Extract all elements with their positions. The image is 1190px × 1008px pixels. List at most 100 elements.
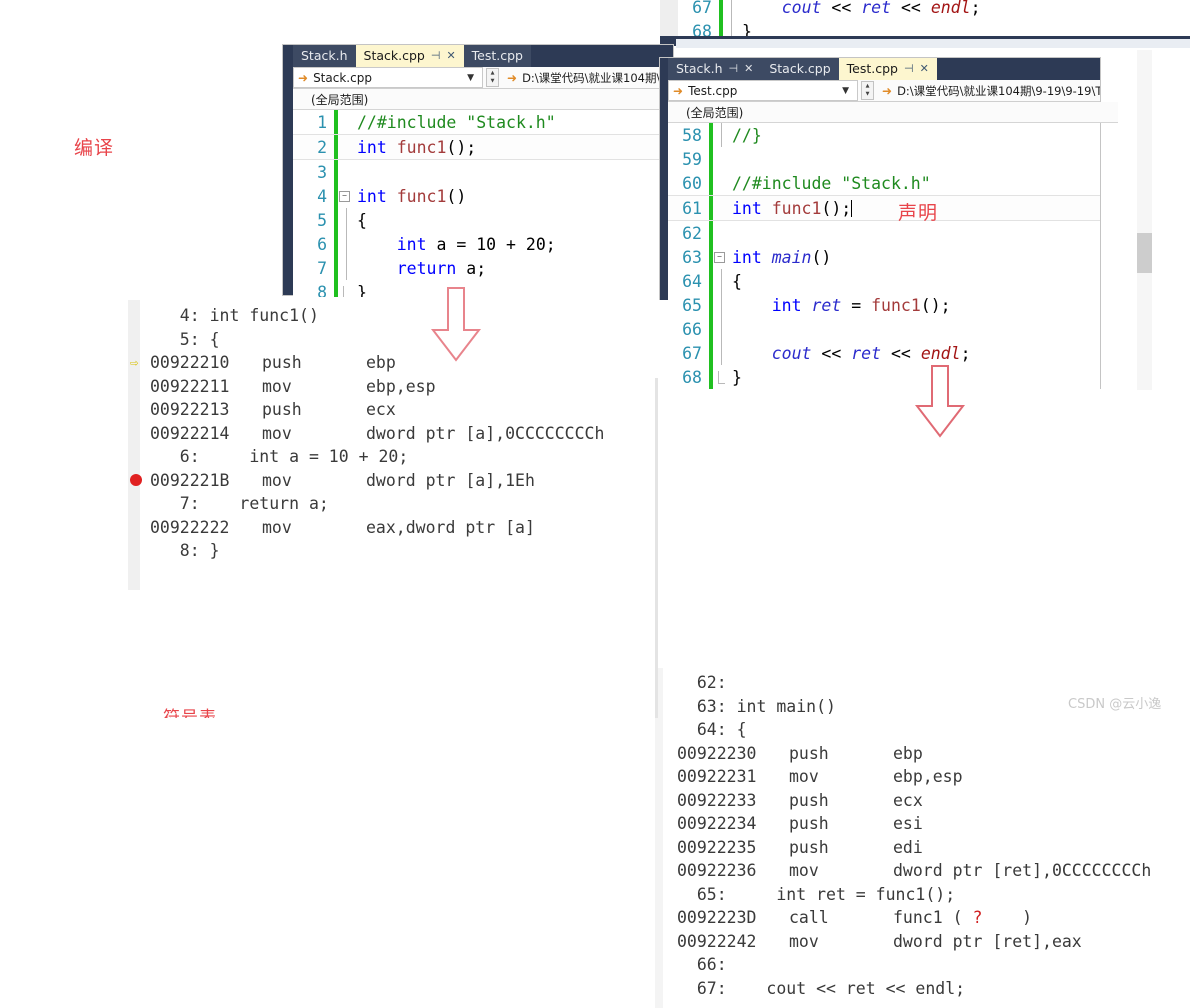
code-line[interactable]: 58 //} [668,123,1100,147]
fold-column[interactable] [713,293,726,317]
code-line[interactable]: 66 [668,317,1100,341]
right-tab-stack-cpp[interactable]: Stack.cpp [761,58,839,80]
disassembly-source-row[interactable]: 66: [655,953,1190,977]
code-line[interactable]: 65 int ret = func1(); [668,293,1100,317]
fold-column[interactable] [713,317,726,341]
fold-column[interactable] [713,123,726,147]
code-line[interactable]: 62 [668,221,1100,245]
disassembly-instruction-row[interactable]: ⇨ 00922210 push ebp [128,351,668,375]
fold-column[interactable] [338,208,351,232]
spinner-down-icon-right[interactable]: ▼ [866,92,870,97]
test-cpp-window: Stack.h ⊣ ✕ Stack.cpp Test.cpp ⊣ ✕ ➜ Test.cpp … [660,58,1118,390]
scrollbar-thumb-right[interactable] [1137,233,1152,273]
disassembly-instruction-row[interactable]: 00922213 push ecx [128,398,668,422]
disassembly-source-row[interactable]: 8: } [128,539,668,563]
disassembly-instruction-row[interactable]: 0092221B mov dword ptr [a],1Eh [128,469,668,493]
code-line[interactable]: 7 return a; [293,256,673,280]
disassembly-source-row[interactable]: 6: int a = 10 + 20; [128,445,668,469]
left-tab-stack-h[interactable]: Stack.h [293,45,356,67]
fold-guide-line [346,208,347,232]
code-line[interactable]: 68} [668,365,1100,389]
disassembly-instruction-row[interactable]: 00922235 push edi [655,836,1190,860]
disassembly-source-row[interactable]: 7: return a; [128,492,668,516]
fold-column[interactable] [713,341,726,365]
disassembly-source-row[interactable]: 64: { [655,718,1190,742]
disassembly-instruction-row[interactable]: 00922214 mov dword ptr [a],0CCCCCCCCh [128,422,668,446]
fold-column[interactable] [338,232,351,256]
fold-collapse-icon[interactable]: − [714,251,725,263]
code-line[interactable]: 3 [293,160,673,184]
pin-icon[interactable]: ⊣ [904,58,914,80]
disassembly-source-row[interactable]: 4: int func1() [128,304,668,328]
disassembly-source-row[interactable]: 65: int ret = func1(); [655,883,1190,907]
disassembly-instruction-row[interactable]: 00922211 mov ebp,esp [128,375,668,399]
close-icon[interactable]: ✕ [920,58,929,80]
disassembly-instruction-row[interactable]: 00922231 mov ebp,esp [655,765,1190,789]
code-line[interactable]: 64 { [668,269,1100,293]
code-line[interactable]: 67 cout << ret << endl; [668,341,1100,365]
right-tab-stack-h[interactable]: Stack.h ⊣ ✕ [668,58,762,80]
fold-column[interactable]: − [338,190,351,202]
vertical-scrollbar-right[interactable] [1137,50,1152,390]
code-line[interactable]: 5{ [293,208,673,232]
disassembly-source-row[interactable]: 67: cout << ret << endl; [655,977,1190,1001]
flow-arrow-left [428,286,484,364]
chevron-down-icon-right[interactable]: ▼ [842,86,853,96]
close-icon[interactable]: ✕ [744,58,753,80]
code-line[interactable]: 61 int func1(); [668,195,1100,221]
spinner-up-icon[interactable]: ▲ [491,70,495,76]
pin-icon[interactable]: ⊣ [729,58,739,80]
code-text: { [726,272,742,291]
fold-column[interactable] [713,370,726,384]
right-tab-test-cpp[interactable]: Test.cpp ⊣ ✕ [838,58,937,80]
code-editor-stack-cpp[interactable]: 1//#include "Stack.h" 2 int func1(); 3 4− int… [293,110,673,297]
code-line[interactable]: 60 //#include "Stack.h" [668,171,1100,195]
disassembly-instruction-row[interactable]: 00922234 push esi [655,812,1190,836]
code-token: cout [781,0,822,17]
code-line[interactable]: 59 [668,147,1100,171]
nav-spinner-right[interactable]: ▲ ▼ [861,81,874,100]
disassembly-instruction-row[interactable]: 00922222 mov eax,dword ptr [a] [128,516,668,540]
code-line[interactable]: 1 //#include "Stack.h" [293,110,673,134]
code-editor-test-cpp[interactable]: 58 //} 59 60 //#include "Stack.h" 61 int func1… [668,123,1100,390]
nav-spinner[interactable]: ▲ ▼ [486,68,499,87]
fold-column[interactable] [338,285,351,297]
code-line[interactable]: 2 int func1(); [293,134,673,160]
code-token: () [811,247,832,267]
fold-column[interactable] [338,256,351,280]
line-number: 59 [682,149,702,169]
chevron-down-icon[interactable]: ▼ [467,73,478,83]
disassembly-source-row[interactable]: 5: { [128,328,668,352]
code-text: int ret = func1(); [726,296,951,315]
fold-column[interactable] [713,269,726,293]
disassembly-instruction-row[interactable]: 00922233 push ecx [655,789,1190,813]
disassembly-panel-main[interactable]: 62: 63: int main() 64: {00922230 push ebp 0… [655,668,1190,1008]
spinner-down-icon[interactable]: ▼ [491,79,495,84]
instruction-mnemonic: call [789,908,829,928]
code-token: ; [960,343,971,363]
code-line[interactable]: 6 int a = 10 + 20; [293,232,673,256]
code-line[interactable]: 67 cout << ret << endl; [678,0,981,19]
code-text: } [726,368,742,387]
disassembly-instruction-row[interactable]: 0092223D call func1 ( ? ) [655,906,1190,930]
close-icon[interactable]: ✕ [446,45,455,67]
code-line[interactable]: 63− int main() [668,245,1100,269]
pin-icon[interactable]: ⊣ [431,45,441,67]
annotation-declaration: 声明 [898,202,939,224]
disassembly-instruction-row[interactable]: 00922242 mov dword ptr [ret],eax [655,930,1190,954]
current-statement-arrow-icon: ⇨ [130,354,139,371]
disassembly-instruction-row[interactable]: 00922236 mov dword ptr [ret],0CCCCCCCCh [655,859,1190,883]
file-selector-dropdown-right[interactable]: ➜ Test.cpp ▼ [668,80,858,101]
fold-column[interactable]: − [713,251,726,263]
left-tab-test-cpp[interactable]: Test.cpp [463,45,531,67]
disassembly-panel-func1[interactable]: 4: int func1() 5: {⇨ 00922210 push ebp 00922… [128,300,668,590]
spinner-up-icon-right[interactable]: ▲ [866,83,870,89]
fold-column[interactable] [723,0,736,19]
fold-collapse-icon[interactable]: − [339,190,350,202]
breakpoint-icon[interactable] [130,474,142,487]
code-line[interactable]: 4− int func1() [293,184,673,208]
disassembly-instruction-row[interactable]: 00922230 push ebp [655,742,1190,766]
file-selector-dropdown[interactable]: ➜ Stack.cpp ▼ [293,67,483,88]
left-tab-stack-cpp[interactable]: Stack.cpp ⊣ ✕ [355,45,464,67]
disassembly-source-row[interactable]: 62: [655,671,1190,695]
